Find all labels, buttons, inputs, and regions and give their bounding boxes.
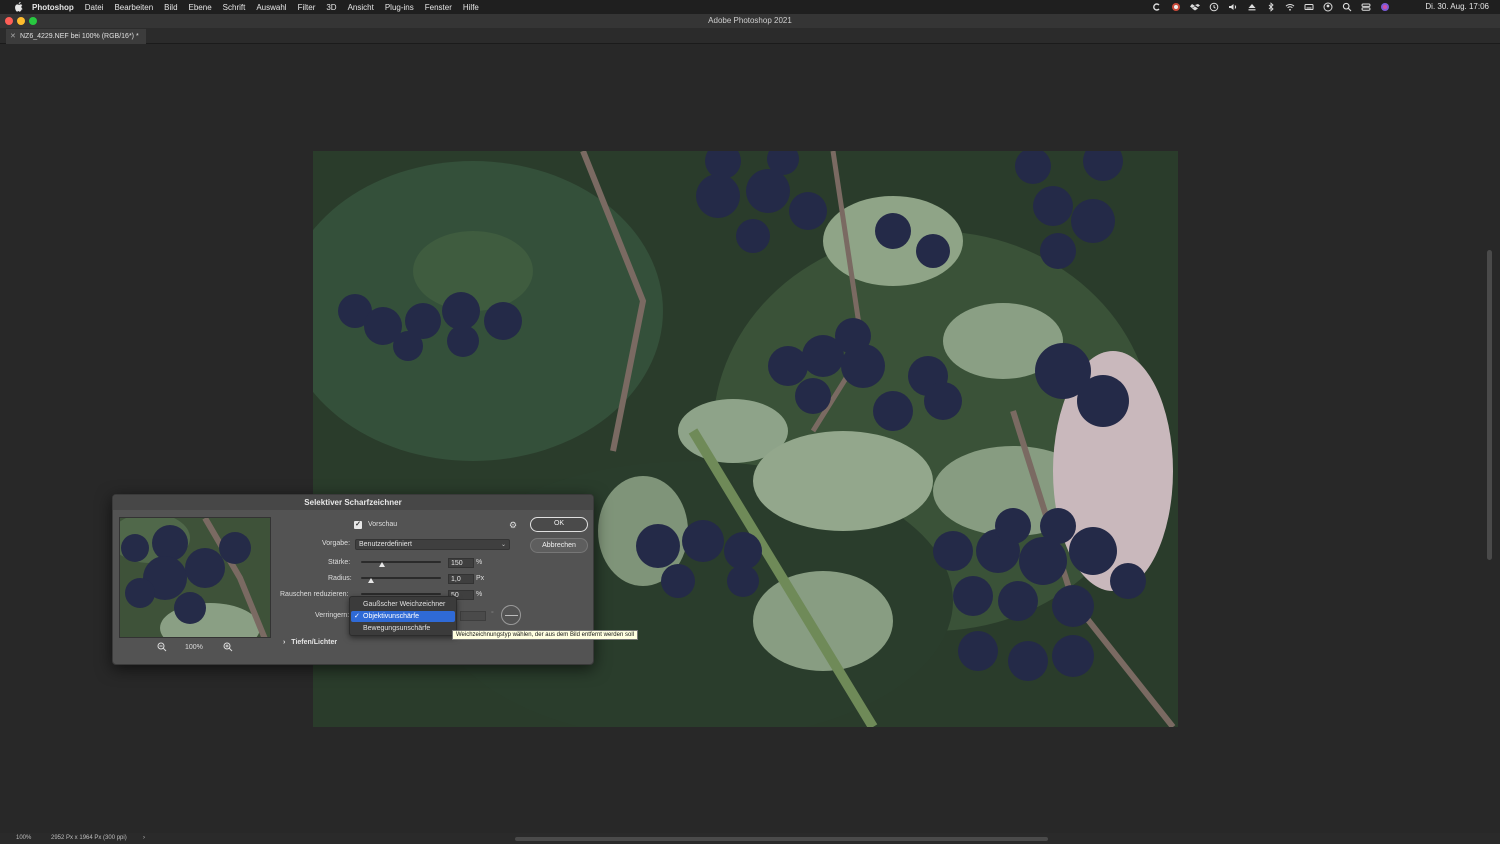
preview-checkbox[interactable]: ✓ xyxy=(354,521,362,529)
radius-slider-handle[interactable] xyxy=(368,578,374,583)
amount-label: Stärke: xyxy=(328,559,351,566)
shadows-highlights-label: Tiefen/Lichter xyxy=(291,639,338,646)
remove-type-dropdown-menu: Gaußscher Weichzeichner ✓ Objektivunschä… xyxy=(349,596,457,636)
radius-field[interactable]: 1,0 xyxy=(448,574,474,584)
preset-select[interactable]: Benutzerdefiniert ⌄ xyxy=(355,539,510,550)
checkmark-icon: ✓ xyxy=(354,613,360,620)
angle-unit: ° xyxy=(491,611,494,618)
control-center-icon[interactable] xyxy=(1361,2,1371,12)
menu-plugins[interactable]: Plug-ins xyxy=(385,3,414,12)
dropbox-icon[interactable] xyxy=(1190,2,1200,12)
spotlight-search-icon[interactable] xyxy=(1342,2,1352,12)
menu-3d[interactable]: 3D xyxy=(326,3,336,12)
amount-slider[interactable] xyxy=(361,561,441,563)
apple-icon[interactable] xyxy=(12,2,24,12)
volume-icon[interactable] xyxy=(1228,2,1238,12)
remove-label: Verringern: xyxy=(315,612,350,619)
preview-label: Vorschau xyxy=(368,521,398,528)
vertical-scrollbar[interactable] xyxy=(1487,250,1492,560)
amount-unit: % xyxy=(476,559,483,566)
menu-app-photoshop[interactable]: Photoshop xyxy=(32,3,74,12)
menu-datei[interactable]: Datei xyxy=(85,3,104,12)
cloud-sync-icon[interactable] xyxy=(1171,2,1181,12)
window-title-bar: Adobe Photoshop 2021 xyxy=(0,14,1500,28)
zoom-in-icon[interactable] xyxy=(223,642,233,652)
menu-schrift[interactable]: Schrift xyxy=(223,3,246,12)
preview-image xyxy=(120,518,270,637)
noise-slider[interactable] xyxy=(361,593,441,595)
document-tab-label: NZ6_4229.NEF bei 100% (RGB/16*) * xyxy=(20,33,139,40)
gear-icon[interactable]: ⚙ xyxy=(508,520,518,530)
dropdown-option-label: Bewegungsunschärfe xyxy=(363,625,431,632)
bluetooth-icon[interactable] xyxy=(1266,2,1276,12)
dropdown-option-motion-blur[interactable]: Bewegungsunschärfe xyxy=(351,623,455,634)
keyboard-icon[interactable] xyxy=(1304,2,1314,12)
menu-ansicht[interactable]: Ansicht xyxy=(348,3,374,12)
zoom-window-button[interactable] xyxy=(29,17,37,25)
shadows-highlights-disclosure[interactable]: › Tiefen/Lichter xyxy=(283,639,337,646)
minimize-window-button[interactable] xyxy=(17,17,25,25)
menu-ebene[interactable]: Ebene xyxy=(189,3,212,12)
preset-label: Vorgabe: xyxy=(322,540,351,547)
cancel-button[interactable]: Abbrechen xyxy=(530,538,588,553)
wifi-icon[interactable] xyxy=(1285,2,1295,12)
noise-unit: % xyxy=(476,591,483,598)
dropdown-option-label: Gaußscher Weichzeichner xyxy=(363,601,446,608)
status-document-info: 2952 Px x 1964 Px (300 ppi) xyxy=(51,835,127,841)
document-tab-strip: ✕ NZ6_4229.NEF bei 100% (RGB/16*) * xyxy=(0,28,1500,44)
tooltip: Weichzeichnungstyp wählen, der aus dem B… xyxy=(452,630,638,640)
preview-zoom-value: 100% xyxy=(185,644,203,651)
ok-button[interactable]: OK xyxy=(530,517,588,532)
eject-icon[interactable] xyxy=(1247,2,1257,12)
close-window-button[interactable] xyxy=(5,17,13,25)
menu-bearbeiten[interactable]: Bearbeiten xyxy=(114,3,153,12)
chevron-down-icon: ⌄ xyxy=(500,542,506,548)
user-icon[interactable] xyxy=(1323,2,1333,12)
amount-slider-handle[interactable] xyxy=(379,562,385,567)
preset-value: Benutzerdefiniert xyxy=(359,541,412,548)
angle-field[interactable] xyxy=(460,611,486,621)
dropdown-option-gaussian[interactable]: Gaußscher Weichzeichner xyxy=(351,599,455,610)
time-machine-icon[interactable] xyxy=(1209,2,1219,12)
horizontal-scrollbar[interactable] xyxy=(515,837,1048,841)
siri-icon[interactable] xyxy=(1380,2,1390,12)
window-title: Adobe Photoshop 2021 xyxy=(708,16,792,25)
menu-bar: Photoshop Datei Bearbeiten Bild Ebene Sc… xyxy=(0,0,1500,14)
noise-label: Rauschen reduzieren: xyxy=(280,591,349,598)
amount-field[interactable]: 150 xyxy=(448,558,474,568)
status-icons xyxy=(1152,2,1390,12)
menu-bild[interactable]: Bild xyxy=(164,3,177,12)
status-info-menu-icon[interactable]: › xyxy=(143,833,145,844)
menu-filter[interactable]: Filter xyxy=(298,3,316,12)
angle-dial-indicator xyxy=(505,615,518,616)
dropdown-option-lens-blur[interactable]: ✓ Objektivunschärfe xyxy=(351,611,455,622)
status-zoom[interactable]: 100% xyxy=(16,833,31,844)
radius-unit: Px xyxy=(476,575,485,582)
photoshop-window: Photoshop Datei Bearbeiten Bild Ebene Sc… xyxy=(0,0,1500,844)
menu-fenster[interactable]: Fenster xyxy=(425,3,452,12)
dialog-title[interactable]: Selektiver Scharfzeichner xyxy=(113,495,593,510)
creative-cloud-icon[interactable] xyxy=(1152,2,1162,12)
menu-auswahl[interactable]: Auswahl xyxy=(256,3,286,12)
menu-hilfe[interactable]: Hilfe xyxy=(463,3,479,12)
dropdown-option-label: Objektivunschärfe xyxy=(363,613,420,620)
menubar-clock[interactable]: Di. 30. Aug. 17:06 xyxy=(1425,2,1489,11)
radius-label: Radius: xyxy=(328,575,352,582)
close-tab-icon[interactable]: ✕ xyxy=(10,29,16,44)
chevron-right-icon: › xyxy=(283,639,286,646)
angle-dial[interactable] xyxy=(501,605,521,625)
document-tab[interactable]: ✕ NZ6_4229.NEF bei 100% (RGB/16*) * xyxy=(6,29,146,44)
filter-preview-thumbnail[interactable] xyxy=(119,517,271,638)
zoom-out-icon[interactable] xyxy=(157,642,167,652)
